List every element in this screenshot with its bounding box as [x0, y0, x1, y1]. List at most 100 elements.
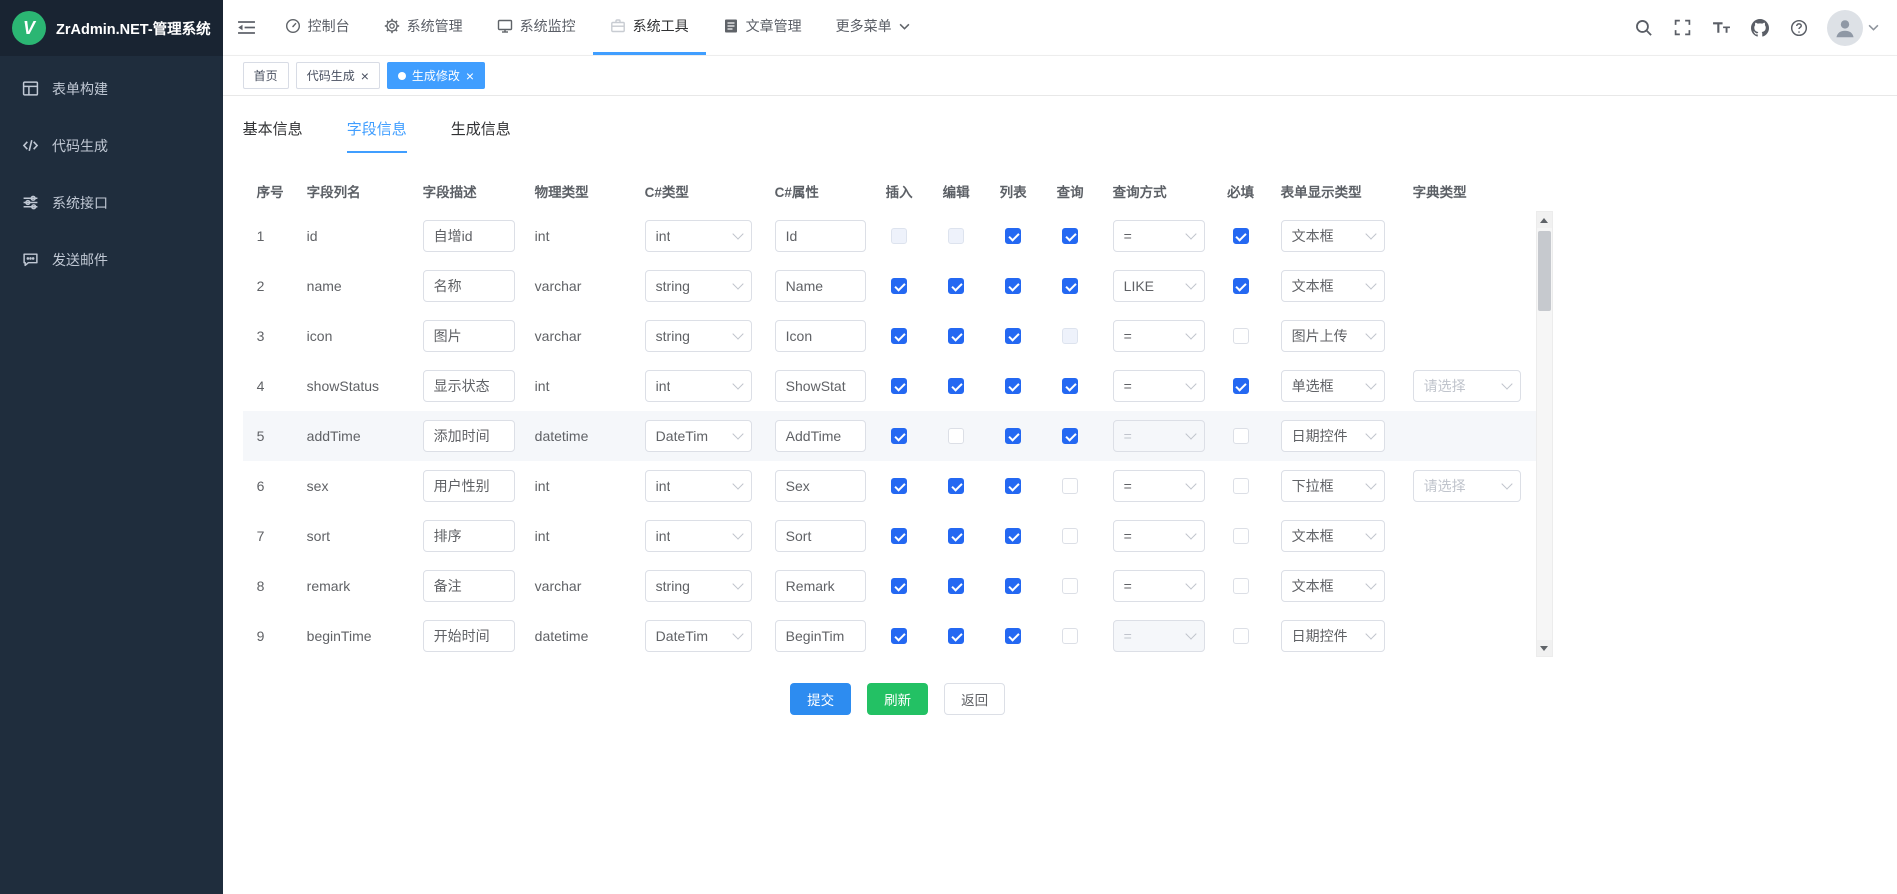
cs-prop-input[interactable]: Name — [775, 270, 866, 302]
insert-checkbox[interactable] — [891, 478, 907, 494]
content-tab-0[interactable]: 基本信息 — [243, 118, 303, 153]
query-checkbox[interactable] — [1062, 628, 1078, 644]
field-desc-input[interactable]: 自增id — [423, 220, 515, 252]
insert-checkbox[interactable] — [891, 278, 907, 294]
cs-type-select[interactable]: int — [645, 470, 752, 502]
cs-type-select[interactable]: string — [645, 320, 752, 352]
scroll-down-icon[interactable] — [1537, 640, 1552, 656]
sidebar-item-0[interactable]: 表单构建 — [0, 60, 223, 117]
submit-button[interactable]: 提交 — [790, 683, 851, 715]
query-mode-select[interactable]: LIKE — [1113, 270, 1205, 302]
query-mode-select[interactable]: = — [1113, 420, 1205, 452]
list-checkbox[interactable] — [1005, 578, 1021, 594]
tab-2[interactable]: 生成修改× — [387, 62, 485, 89]
field-desc-input[interactable]: 显示状态 — [423, 370, 515, 402]
insert-checkbox[interactable] — [891, 528, 907, 544]
sidebar-item-1[interactable]: 代码生成 — [0, 117, 223, 174]
query-checkbox[interactable] — [1062, 578, 1078, 594]
query-checkbox[interactable] — [1062, 428, 1078, 444]
avatar[interactable] — [1827, 10, 1863, 46]
display-type-select[interactable]: 下拉框 — [1281, 470, 1385, 502]
cs-prop-input[interactable]: Icon — [775, 320, 866, 352]
field-desc-input[interactable]: 名称 — [423, 270, 515, 302]
cs-type-select[interactable]: DateTim — [645, 620, 752, 652]
field-desc-input[interactable]: 备注 — [423, 570, 515, 602]
cs-type-select[interactable]: int — [645, 520, 752, 552]
required-checkbox[interactable] — [1233, 478, 1249, 494]
field-desc-input[interactable]: 图片 — [423, 320, 515, 352]
app-logo[interactable]: V ZrAdmin.NET-管理系统 — [0, 0, 223, 56]
sidebar-item-2[interactable]: 系统接口 — [0, 174, 223, 231]
cs-type-select[interactable]: DateTim — [645, 420, 752, 452]
edit-checkbox[interactable] — [948, 578, 964, 594]
display-type-select[interactable]: 文本框 — [1281, 220, 1385, 252]
required-checkbox[interactable] — [1233, 228, 1249, 244]
query-mode-select[interactable]: = — [1113, 320, 1205, 352]
query-mode-select[interactable]: = — [1113, 220, 1205, 252]
close-icon[interactable]: × — [361, 69, 369, 83]
search-icon[interactable] — [1628, 13, 1658, 43]
topnav-item-5[interactable]: 更多菜单 — [819, 0, 927, 55]
topnav-item-0[interactable]: 控制台 — [268, 0, 367, 55]
fullscreen-icon[interactable] — [1667, 13, 1697, 43]
content-tab-2[interactable]: 生成信息 — [451, 118, 511, 153]
topnav-item-1[interactable]: 系统管理 — [367, 0, 480, 55]
github-icon[interactable] — [1745, 13, 1775, 43]
cs-prop-input[interactable]: ShowStat — [775, 370, 866, 402]
insert-checkbox[interactable] — [891, 378, 907, 394]
query-mode-select[interactable]: = — [1113, 370, 1205, 402]
edit-checkbox[interactable] — [948, 528, 964, 544]
edit-checkbox[interactable] — [948, 278, 964, 294]
topnav-item-4[interactable]: 文章管理 — [706, 0, 819, 55]
cs-prop-input[interactable]: Remark — [775, 570, 866, 602]
list-checkbox[interactable] — [1005, 228, 1021, 244]
field-desc-input[interactable]: 用户性别 — [423, 470, 515, 502]
required-checkbox[interactable] — [1233, 378, 1249, 394]
scroll-up-icon[interactable] — [1537, 212, 1552, 228]
required-checkbox[interactable] — [1233, 278, 1249, 294]
tab-1[interactable]: 代码生成× — [296, 62, 380, 89]
topnav-item-3[interactable]: 系统工具 — [593, 0, 706, 55]
display-type-select[interactable]: 日期控件 — [1281, 420, 1385, 452]
topnav-item-2[interactable]: 系统监控 — [480, 0, 593, 55]
insert-checkbox[interactable] — [891, 328, 907, 344]
query-checkbox[interactable] — [1062, 528, 1078, 544]
display-type-select[interactable]: 文本框 — [1281, 570, 1385, 602]
help-icon[interactable] — [1784, 13, 1814, 43]
back-button[interactable]: 返回 — [944, 683, 1005, 715]
edit-checkbox[interactable] — [948, 478, 964, 494]
edit-checkbox[interactable] — [948, 428, 964, 444]
edit-checkbox[interactable] — [948, 378, 964, 394]
required-checkbox[interactable] — [1233, 578, 1249, 594]
required-checkbox[interactable] — [1233, 428, 1249, 444]
dict-type-select[interactable]: 请选择 — [1413, 470, 1521, 502]
cs-type-select[interactable]: string — [645, 270, 752, 302]
query-mode-select[interactable]: = — [1113, 520, 1205, 552]
list-checkbox[interactable] — [1005, 378, 1021, 394]
field-desc-input[interactable]: 排序 — [423, 520, 515, 552]
query-checkbox[interactable] — [1062, 478, 1078, 494]
query-mode-select[interactable]: = — [1113, 470, 1205, 502]
insert-checkbox[interactable] — [891, 578, 907, 594]
user-menu[interactable] — [1827, 10, 1879, 46]
required-checkbox[interactable] — [1233, 328, 1249, 344]
refresh-button[interactable]: 刷新 — [867, 683, 928, 715]
cs-type-select[interactable]: int — [645, 220, 752, 252]
edit-checkbox[interactable] — [948, 328, 964, 344]
list-checkbox[interactable] — [1005, 428, 1021, 444]
menu-fold-icon[interactable] — [237, 19, 256, 36]
list-checkbox[interactable] — [1005, 278, 1021, 294]
cs-prop-input[interactable]: BeginTim — [775, 620, 866, 652]
sidebar-item-3[interactable]: 发送邮件 — [0, 231, 223, 288]
query-checkbox[interactable] — [1062, 228, 1078, 244]
edit-checkbox[interactable] — [948, 628, 964, 644]
close-icon[interactable]: × — [466, 69, 474, 83]
required-checkbox[interactable] — [1233, 628, 1249, 644]
cs-prop-input[interactable]: Id — [775, 220, 866, 252]
vertical-scrollbar[interactable] — [1536, 211, 1553, 657]
content-tab-1[interactable]: 字段信息 — [347, 118, 407, 153]
field-desc-input[interactable]: 添加时间 — [423, 420, 515, 452]
cs-type-select[interactable]: int — [645, 370, 752, 402]
display-type-select[interactable]: 文本框 — [1281, 270, 1385, 302]
list-checkbox[interactable] — [1005, 328, 1021, 344]
